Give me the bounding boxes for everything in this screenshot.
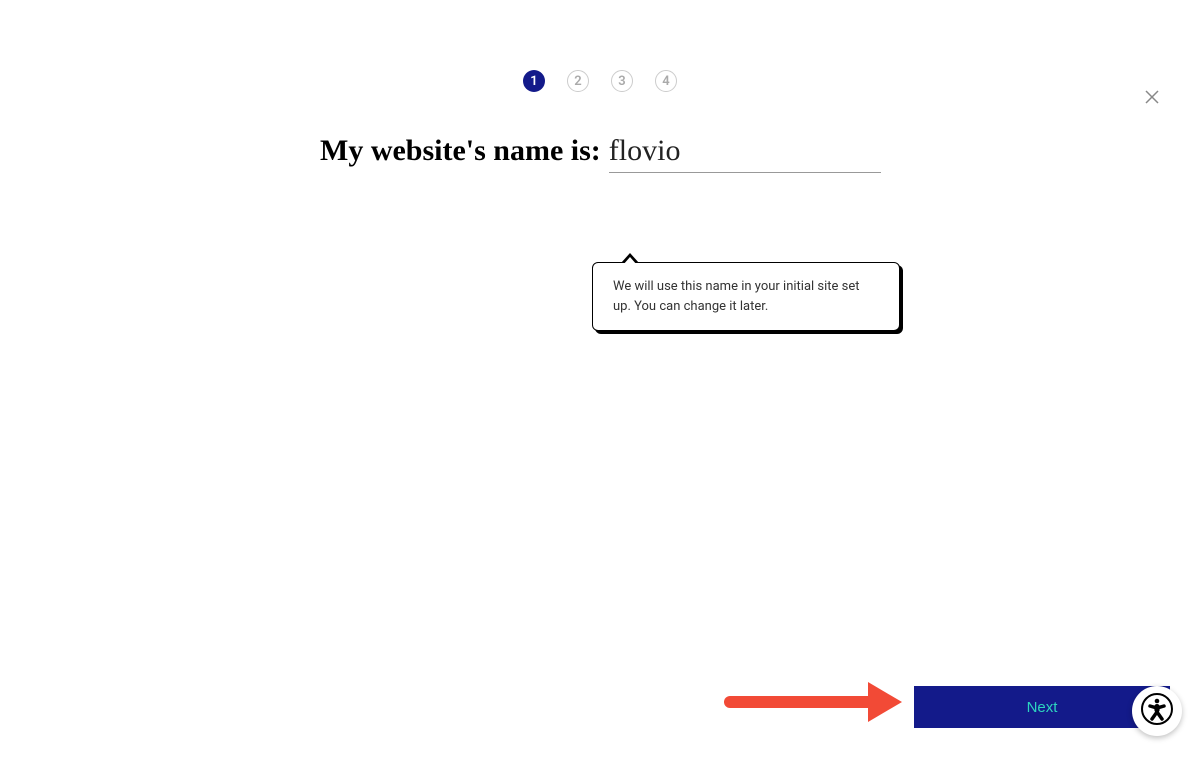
step-4[interactable]: 4 xyxy=(655,70,677,92)
tooltip-text: We will use this name in your initial si… xyxy=(613,277,879,316)
step-2[interactable]: 2 xyxy=(567,70,589,92)
tooltip: We will use this name in your initial si… xyxy=(592,262,900,331)
accessibility-icon xyxy=(1141,693,1173,729)
help-widget[interactable] xyxy=(1132,686,1182,736)
tooltip-arrow-icon xyxy=(621,253,639,263)
prompt-label: My website's name is: xyxy=(320,134,601,168)
step-3[interactable]: 3 xyxy=(611,70,633,92)
close-icon xyxy=(1145,89,1159,108)
website-name-row: My website's name is: xyxy=(320,134,1200,173)
stepper: 1 2 3 4 xyxy=(0,70,1200,92)
website-name-input[interactable] xyxy=(609,134,881,173)
annotation-arrow-icon xyxy=(724,674,904,734)
step-1: 1 xyxy=(523,70,545,92)
close-button[interactable] xyxy=(1142,88,1162,108)
